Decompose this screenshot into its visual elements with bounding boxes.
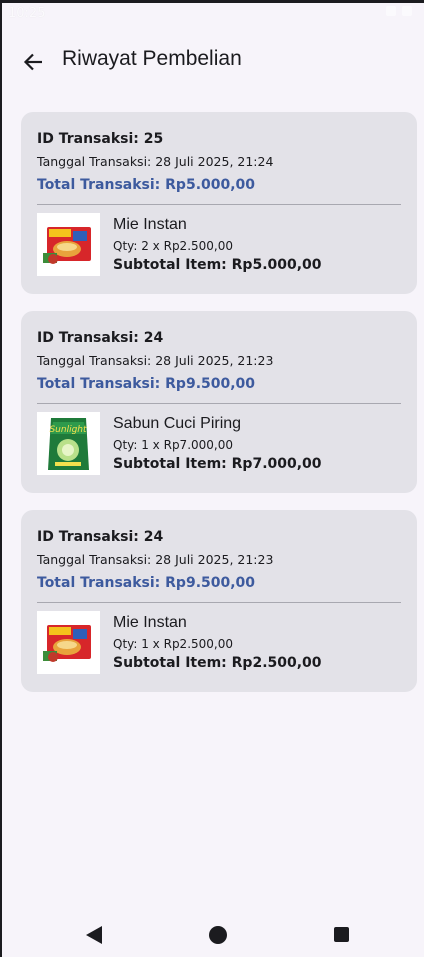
divider xyxy=(37,204,401,205)
system-nav-bar xyxy=(2,909,424,957)
status-bar-edge xyxy=(2,0,424,3)
page-title: Riwayat Pembelian xyxy=(62,47,242,70)
divider xyxy=(37,602,401,603)
transaction-total: Total Transaksi: Rp9.500,00 xyxy=(37,376,256,392)
item-quantity: Qty: 2 x Rp2.500,00 xyxy=(113,239,233,253)
transaction-list: ID Transaksi: 25 Tanggal Transaksi: 28 J… xyxy=(21,112,417,709)
item-subtotal: Subtotal Item: Rp7.000,00 xyxy=(113,456,322,472)
nav-back-triangle-icon[interactable] xyxy=(86,926,102,944)
transaction-id: ID Transaksi: 25 xyxy=(37,131,164,147)
status-icons xyxy=(386,6,412,16)
item-subtotal: Subtotal Item: Rp2.500,00 xyxy=(113,655,322,671)
transaction-total: Total Transaksi: Rp9.500,00 xyxy=(37,575,256,591)
transaction-card[interactable]: ID Transaksi: 24 Tanggal Transaksi: 28 J… xyxy=(21,311,417,493)
item-name: Sabun Cuci Piring xyxy=(113,415,242,432)
transaction-id: ID Transaksi: 24 xyxy=(37,529,164,545)
transaction-item: Sunlight Sabun Cuci Piring Qty: 1 x Rp7.… xyxy=(37,412,401,475)
transaction-item: Mie Instan Qty: 2 x Rp2.500,00 Subtotal … xyxy=(37,213,401,276)
transaction-card[interactable]: ID Transaksi: 25 Tanggal Transaksi: 28 J… xyxy=(21,112,417,294)
item-quantity: Qty: 1 x Rp7.000,00 xyxy=(113,438,233,452)
transaction-total: Total Transaksi: Rp5.000,00 xyxy=(37,177,256,193)
item-subtotal: Subtotal Item: Rp5.000,00 xyxy=(113,257,322,273)
status-bar: 10:25 xyxy=(2,0,424,30)
transaction-item: Mie Instan Qty: 1 x Rp2.500,00 Subtotal … xyxy=(37,611,401,674)
wifi-icon xyxy=(386,6,396,16)
transaction-date: Tanggal Transaksi: 28 Juli 2025, 21:23 xyxy=(37,353,274,368)
svg-text:Sunlight: Sunlight xyxy=(49,425,87,435)
transaction-date: Tanggal Transaksi: 28 Juli 2025, 21:23 xyxy=(37,552,274,567)
divider xyxy=(37,403,401,404)
nav-home-circle-icon[interactable] xyxy=(209,926,227,944)
arrow-left-icon xyxy=(23,53,42,71)
transaction-id: ID Transaksi: 24 xyxy=(37,330,164,346)
battery-icon xyxy=(402,6,412,16)
back-button[interactable] xyxy=(16,44,52,80)
item-name: Mie Instan xyxy=(113,216,187,233)
transaction-date: Tanggal Transaksi: 28 Juli 2025, 21:24 xyxy=(37,154,274,169)
instant-noodle-image xyxy=(37,611,100,674)
status-time: 10:25 xyxy=(8,6,46,21)
nav-recents-square-icon[interactable] xyxy=(334,927,349,942)
instant-noodle-image xyxy=(37,213,100,276)
transaction-card[interactable]: ID Transaksi: 24 Tanggal Transaksi: 28 J… xyxy=(21,510,417,692)
item-quantity: Qty: 1 x Rp2.500,00 xyxy=(113,637,233,651)
dish-soap-image: Sunlight xyxy=(37,412,100,475)
item-name: Mie Instan xyxy=(113,614,187,631)
app-bar: Riwayat Pembelian xyxy=(2,30,424,94)
